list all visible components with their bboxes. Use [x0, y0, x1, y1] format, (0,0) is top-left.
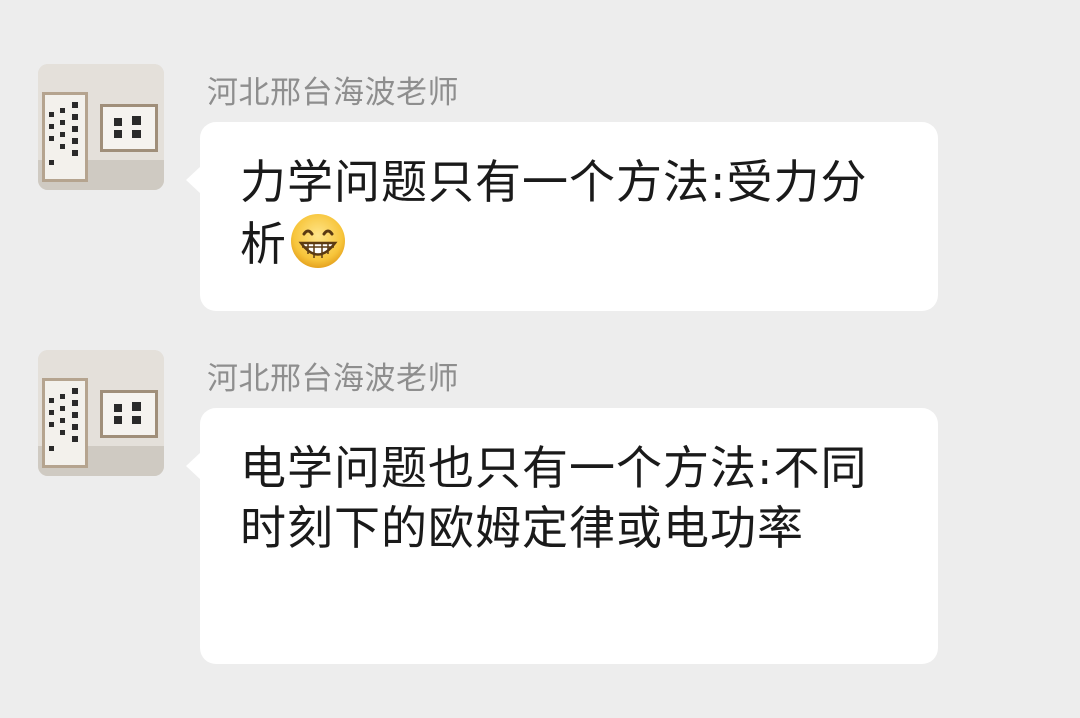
- message-bubble[interactable]: 电学问题也只有一个方法:不同时刻下的欧姆定律或电功率: [186, 408, 938, 664]
- chat-view: 河北邢台海波老师 力学问题只有一个方法:受力分析 河北邢台海波老师 电学问题也只…: [0, 0, 1080, 718]
- message-text: 力学问题只有一个方法:受力分析: [240, 152, 908, 274]
- grinning-face-icon: [289, 212, 347, 270]
- sender-name: 河北邢台海波老师: [207, 361, 459, 397]
- avatar[interactable]: [38, 350, 164, 476]
- calligraphy-photo-icon: [38, 350, 164, 476]
- message-bubble[interactable]: 力学问题只有一个方法:受力分析: [186, 122, 938, 311]
- sender-name: 河北邢台海波老师: [207, 75, 459, 111]
- message-text: 电学问题也只有一个方法:不同时刻下的欧姆定律或电功率: [240, 441, 868, 555]
- avatar[interactable]: [38, 64, 164, 190]
- calligraphy-photo-icon: [38, 64, 164, 190]
